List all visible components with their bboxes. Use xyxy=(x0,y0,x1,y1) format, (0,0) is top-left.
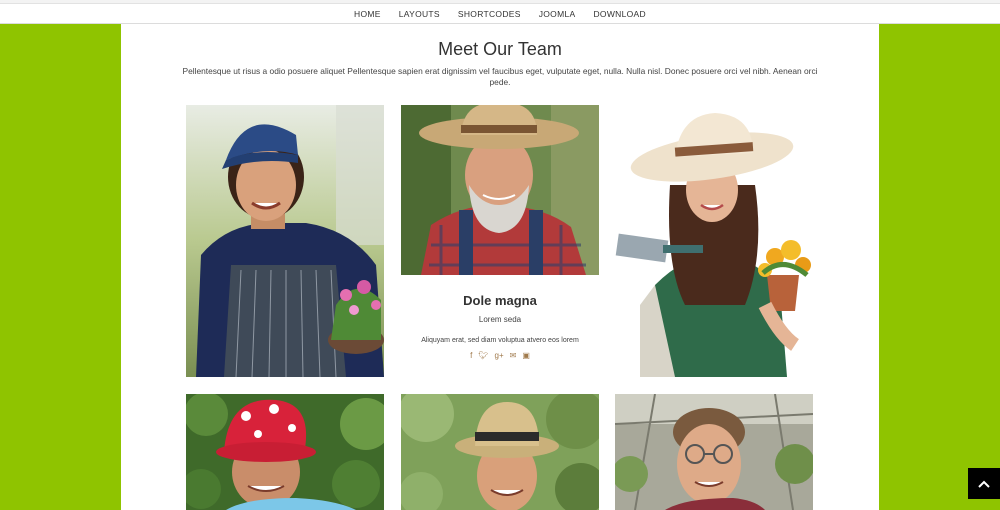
team-member-photo xyxy=(615,394,813,510)
team-member-card[interactable] xyxy=(401,394,599,510)
team-member-card[interactable] xyxy=(186,105,384,377)
team-member-info: Dole magna Lorem seda Aliquyam erat, sed… xyxy=(401,275,599,377)
facebook-icon[interactable]: f xyxy=(470,351,472,360)
section-title: Meet Our Team xyxy=(438,39,562,59)
team-member-photo xyxy=(615,105,813,377)
nav-download[interactable]: DOWNLOAD xyxy=(593,9,645,19)
team-member-card[interactable] xyxy=(615,394,813,510)
twitter-icon[interactable]: 🐦︎ xyxy=(478,351,488,360)
team-member-photo xyxy=(186,394,384,510)
team-member-photo xyxy=(401,394,599,510)
instagram-icon[interactable]: ▣ xyxy=(522,351,530,360)
team-member-photo xyxy=(401,105,599,275)
chevron-up-icon xyxy=(978,480,990,488)
team-member-card-featured[interactable]: Dole magna Lorem seda Aliquyam erat, sed… xyxy=(401,105,599,377)
team-member-bio: Aliquyam erat, sed diam voluptua atvero … xyxy=(421,337,579,344)
envelope-icon[interactable]: ✉ xyxy=(510,351,517,360)
team-member-card[interactable] xyxy=(186,394,384,510)
nav-joomla[interactable]: JOOMLA xyxy=(539,9,576,19)
team-member-card[interactable] xyxy=(615,105,813,377)
nav-shortcodes[interactable]: SHORTCODES xyxy=(458,9,521,19)
back-to-top-button[interactable] xyxy=(968,468,1000,499)
team-member-role: Lorem seda xyxy=(478,315,522,324)
section-intro: Pellentesque ut risus a odio posuere ali… xyxy=(182,66,818,87)
nav-layouts[interactable]: LAYOUTS xyxy=(399,9,440,19)
team-section: Meet Our Team Pellentesque ut risus a od… xyxy=(121,24,879,510)
google-plus-icon[interactable]: g+ xyxy=(495,351,504,360)
top-navigation: HOME LAYOUTS SHORTCODES JOOMLA DOWNLOAD xyxy=(0,4,1000,24)
nav-home[interactable]: HOME xyxy=(354,9,381,19)
team-member-photo xyxy=(186,105,384,377)
social-links: f 🐦︎ g+ ✉ ▣ xyxy=(401,351,599,360)
team-member-name: Dole magna xyxy=(463,293,537,308)
